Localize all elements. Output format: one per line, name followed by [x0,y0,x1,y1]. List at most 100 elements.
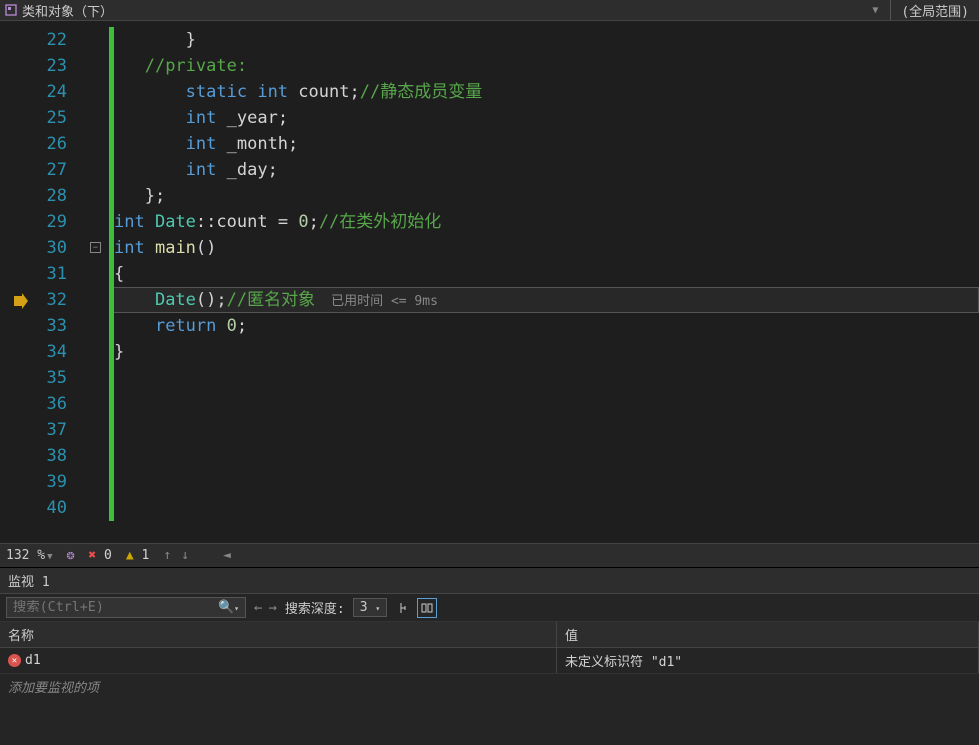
operator: :: [196,212,216,232]
breadcrumb-scope[interactable]: (全局范围) [891,0,979,20]
zoom-level[interactable]: 132 %▼ [6,548,53,563]
code-line[interactable] [109,495,979,521]
watch-grid-header: 名称 值 [0,622,979,648]
comment: //private: [145,56,247,76]
code-line[interactable]: }; [109,183,979,209]
error-icon: ✕ [8,654,21,667]
fold-gutter [89,21,109,543]
watch-panel: 监视 1 🔍▾ ← → 搜索深度: 3 ▾ 名称 值 ✕ d1 未定义标识符 "… [0,567,979,745]
dropdown-arrow-icon[interactable]: ▼ [872,5,878,16]
code-line[interactable] [109,391,979,417]
code-line[interactable]: //private: [109,53,979,79]
warning-indicator[interactable]: ▲ 1 [126,548,149,563]
gutter [0,21,14,543]
identifier: count [216,212,267,232]
toggle-columns-icon[interactable] [417,598,437,618]
code-line[interactable]: return 0; [109,313,979,339]
error-indicator[interactable]: ✖ 0 [88,548,111,563]
token: }; [145,186,165,206]
code-line[interactable]: int _year; [109,105,979,131]
line-number: 24 [14,79,67,105]
add-watch-placeholder[interactable]: 添加要监视的项 [0,674,979,699]
watch-panel-title: 监视 1 [0,568,979,594]
search-icon[interactable]: 🔍▾ [218,600,239,615]
scroll-left-icon[interactable]: ◄ [223,548,231,563]
keyword: int [114,238,145,258]
depth-selector[interactable]: 3 ▾ [353,598,387,617]
watch-row[interactable]: ✕ d1 未定义标识符 "d1" [0,648,979,674]
execution-pointer-icon [12,293,28,309]
code-line[interactable]: } [109,339,979,365]
column-header-value[interactable]: 值 [557,622,979,647]
keyword: static [186,82,247,102]
keyword: int [257,82,288,102]
warning-count: 1 [142,548,150,563]
keyword: return [155,316,216,336]
identifier: _year [227,108,278,128]
breadcrumb-bar: 类和对象（下） ▼ (全局范围) [0,0,979,21]
identifier: _day [227,160,268,180]
toggle-tree-icon[interactable] [395,598,415,618]
code-line[interactable] [109,469,979,495]
token: } [186,30,196,50]
scope-label: (全局范围) [901,1,969,20]
code-content[interactable]: } //private: static int count;//静态成员变量 i… [109,21,979,543]
line-number: 34 [14,339,67,365]
type: Date [155,212,196,232]
class-icon [4,3,18,17]
comment: //匿名对象 [227,290,315,310]
depth-value: 3 [360,600,368,615]
breadcrumb-file: 类和对象（下） [22,1,113,20]
code-line[interactable] [109,443,979,469]
watch-search-box[interactable]: 🔍▾ [6,597,246,618]
code-line[interactable] [109,417,979,443]
line-number: 30 [14,235,67,261]
type: Date [155,290,196,310]
code-line[interactable]: } [109,27,979,53]
error-count: 0 [104,548,112,563]
code-line[interactable]: { [109,261,979,287]
keyword: int [186,134,217,154]
line-number: 22 [14,27,67,53]
keyword: int [186,108,217,128]
zoom-text: 132 % [6,548,45,563]
line-number: 23 [14,53,67,79]
line-number-gutter: 22 23 24 25 26 27 28 29 30 31 32 33 34 3… [14,21,89,543]
comment: //静态成员变量 [360,82,482,102]
code-line[interactable] [109,365,979,391]
line-number: 28 [14,183,67,209]
status-bar: 132 %▼ ❂ ✖ 0 ▲ 1 ↑ ↓ ◄ [0,543,979,567]
next-issue-icon[interactable]: ↓ [181,548,189,563]
fold-toggle[interactable]: − [90,242,101,253]
code-line[interactable]: int Date::count = 0;//在类外初始化 [109,209,979,235]
watch-grid: 名称 值 ✕ d1 未定义标识符 "d1" 添加要监视的项 [0,622,979,745]
token: } [114,342,124,362]
function: main [155,238,196,258]
column-header-name[interactable]: 名称 [0,622,557,647]
prev-issue-icon[interactable]: ↑ [163,548,171,563]
search-next-icon[interactable]: → [268,600,276,616]
identifier: count [298,82,349,102]
comment: //在类外初始化 [319,212,441,232]
watch-name-cell[interactable]: ✕ d1 [0,648,557,673]
line-number: 35 [14,365,67,391]
paren: () [196,238,216,258]
code-line[interactable]: int _day; [109,157,979,183]
breadcrumb[interactable]: 类和对象（下） ▼ [0,0,890,20]
line-number: 39 [14,469,67,495]
code-line[interactable]: int _month; [109,131,979,157]
code-line[interactable]: static int count;//静态成员变量 [109,79,979,105]
search-prev-icon[interactable]: ← [254,600,262,616]
code-line[interactable]: −int main() [109,235,979,261]
line-number: 36 [14,391,67,417]
intellisense-icon[interactable]: ❂ [67,548,75,563]
line-number: 37 [14,417,67,443]
keyword: int [186,160,217,180]
watch-value-cell: 未定义标识符 "d1" [557,648,979,673]
watch-variable-name: d1 [25,653,41,668]
search-input[interactable] [13,600,218,615]
line-number: 25 [14,105,67,131]
code-line[interactable]: Date();//匿名对象已用时间 <= 9ms [109,287,979,313]
code-editor[interactable]: 22 23 24 25 26 27 28 29 30 31 32 33 34 3… [0,21,979,543]
number: 0 [298,212,308,232]
